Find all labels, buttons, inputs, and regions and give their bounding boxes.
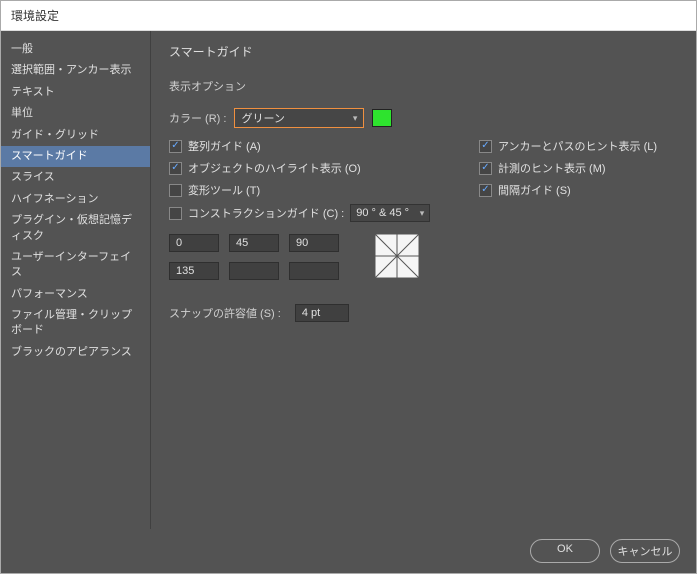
- checkbox[interactable]: [169, 207, 182, 220]
- angle-input[interactable]: 90: [289, 234, 339, 252]
- sidebar-item[interactable]: スマートガイド: [1, 146, 150, 167]
- ok-button[interactable]: OK: [530, 539, 600, 563]
- checkbox[interactable]: [169, 184, 182, 197]
- group-title: 表示オプション: [169, 78, 678, 94]
- cancel-button[interactable]: キャンセル: [610, 539, 680, 563]
- sidebar-item[interactable]: テキスト: [1, 82, 150, 103]
- angle-input[interactable]: [229, 262, 279, 280]
- checkbox[interactable]: ✓: [169, 162, 182, 175]
- color-select[interactable]: グリーン ▾: [234, 108, 364, 128]
- color-swatch: [372, 109, 392, 127]
- sidebar-item[interactable]: ユーザーインターフェイス: [1, 247, 150, 284]
- window-title: 環境設定: [1, 1, 696, 31]
- sidebar-item[interactable]: パフォーマンス: [1, 284, 150, 305]
- checkbox-label: 計測のヒント表示 (M): [498, 160, 606, 176]
- checkbox-label: オブジェクトのハイライト表示 (O): [188, 160, 361, 176]
- checkbox-label: アンカーとパスのヒント表示 (L): [498, 138, 657, 154]
- sidebar-item[interactable]: ガイド・グリッド: [1, 125, 150, 146]
- angle-input[interactable]: [289, 262, 339, 280]
- sidebar-item[interactable]: ファイル管理・クリップボード: [1, 305, 150, 342]
- checkbox-label: 間隔ガイド (S): [498, 182, 571, 198]
- snap-input[interactable]: 4 pt: [295, 304, 349, 322]
- panel-title: スマートガイド: [169, 43, 678, 60]
- checkbox-label: 変形ツール (T): [188, 182, 260, 198]
- angle-input[interactable]: 135: [169, 262, 219, 280]
- angle-input[interactable]: 45: [229, 234, 279, 252]
- angle-diagram: [375, 234, 419, 278]
- checkbox[interactable]: ✓: [479, 140, 492, 153]
- checkbox[interactable]: ✓: [479, 162, 492, 175]
- color-select-value: グリーン: [241, 110, 284, 126]
- sidebar: 一般選択範囲・アンカー表示テキスト単位ガイド・グリッドスマートガイドスライスハイ…: [1, 31, 151, 529]
- angle-input[interactable]: 0: [169, 234, 219, 252]
- construction-select[interactable]: 90 ° & 45 °▾: [350, 204, 430, 222]
- sidebar-item[interactable]: 単位: [1, 103, 150, 124]
- chevron-down-icon: ▾: [353, 113, 358, 124]
- sidebar-item[interactable]: 一般: [1, 39, 150, 60]
- sidebar-item[interactable]: プラグイン・仮想記憶ディスク: [1, 210, 150, 247]
- checkbox[interactable]: ✓: [169, 140, 182, 153]
- sidebar-item[interactable]: ブラックのアピアランス: [1, 342, 150, 363]
- color-label: カラー (R) :: [169, 110, 226, 126]
- checkbox-label: コンストラクションガイド (C) :: [188, 205, 344, 221]
- main-panel: スマートガイド 表示オプション カラー (R) : グリーン ▾ ✓ 整列ガイド …: [151, 31, 696, 529]
- sidebar-item[interactable]: スライス: [1, 167, 150, 188]
- sidebar-item[interactable]: ハイフネーション: [1, 189, 150, 210]
- footer: OK キャンセル: [1, 529, 696, 573]
- sidebar-item[interactable]: 選択範囲・アンカー表示: [1, 60, 150, 81]
- snap-label: スナップの許容値 (S) :: [169, 305, 281, 321]
- checkbox-label: 整列ガイド (A): [188, 138, 261, 154]
- checkbox[interactable]: ✓: [479, 184, 492, 197]
